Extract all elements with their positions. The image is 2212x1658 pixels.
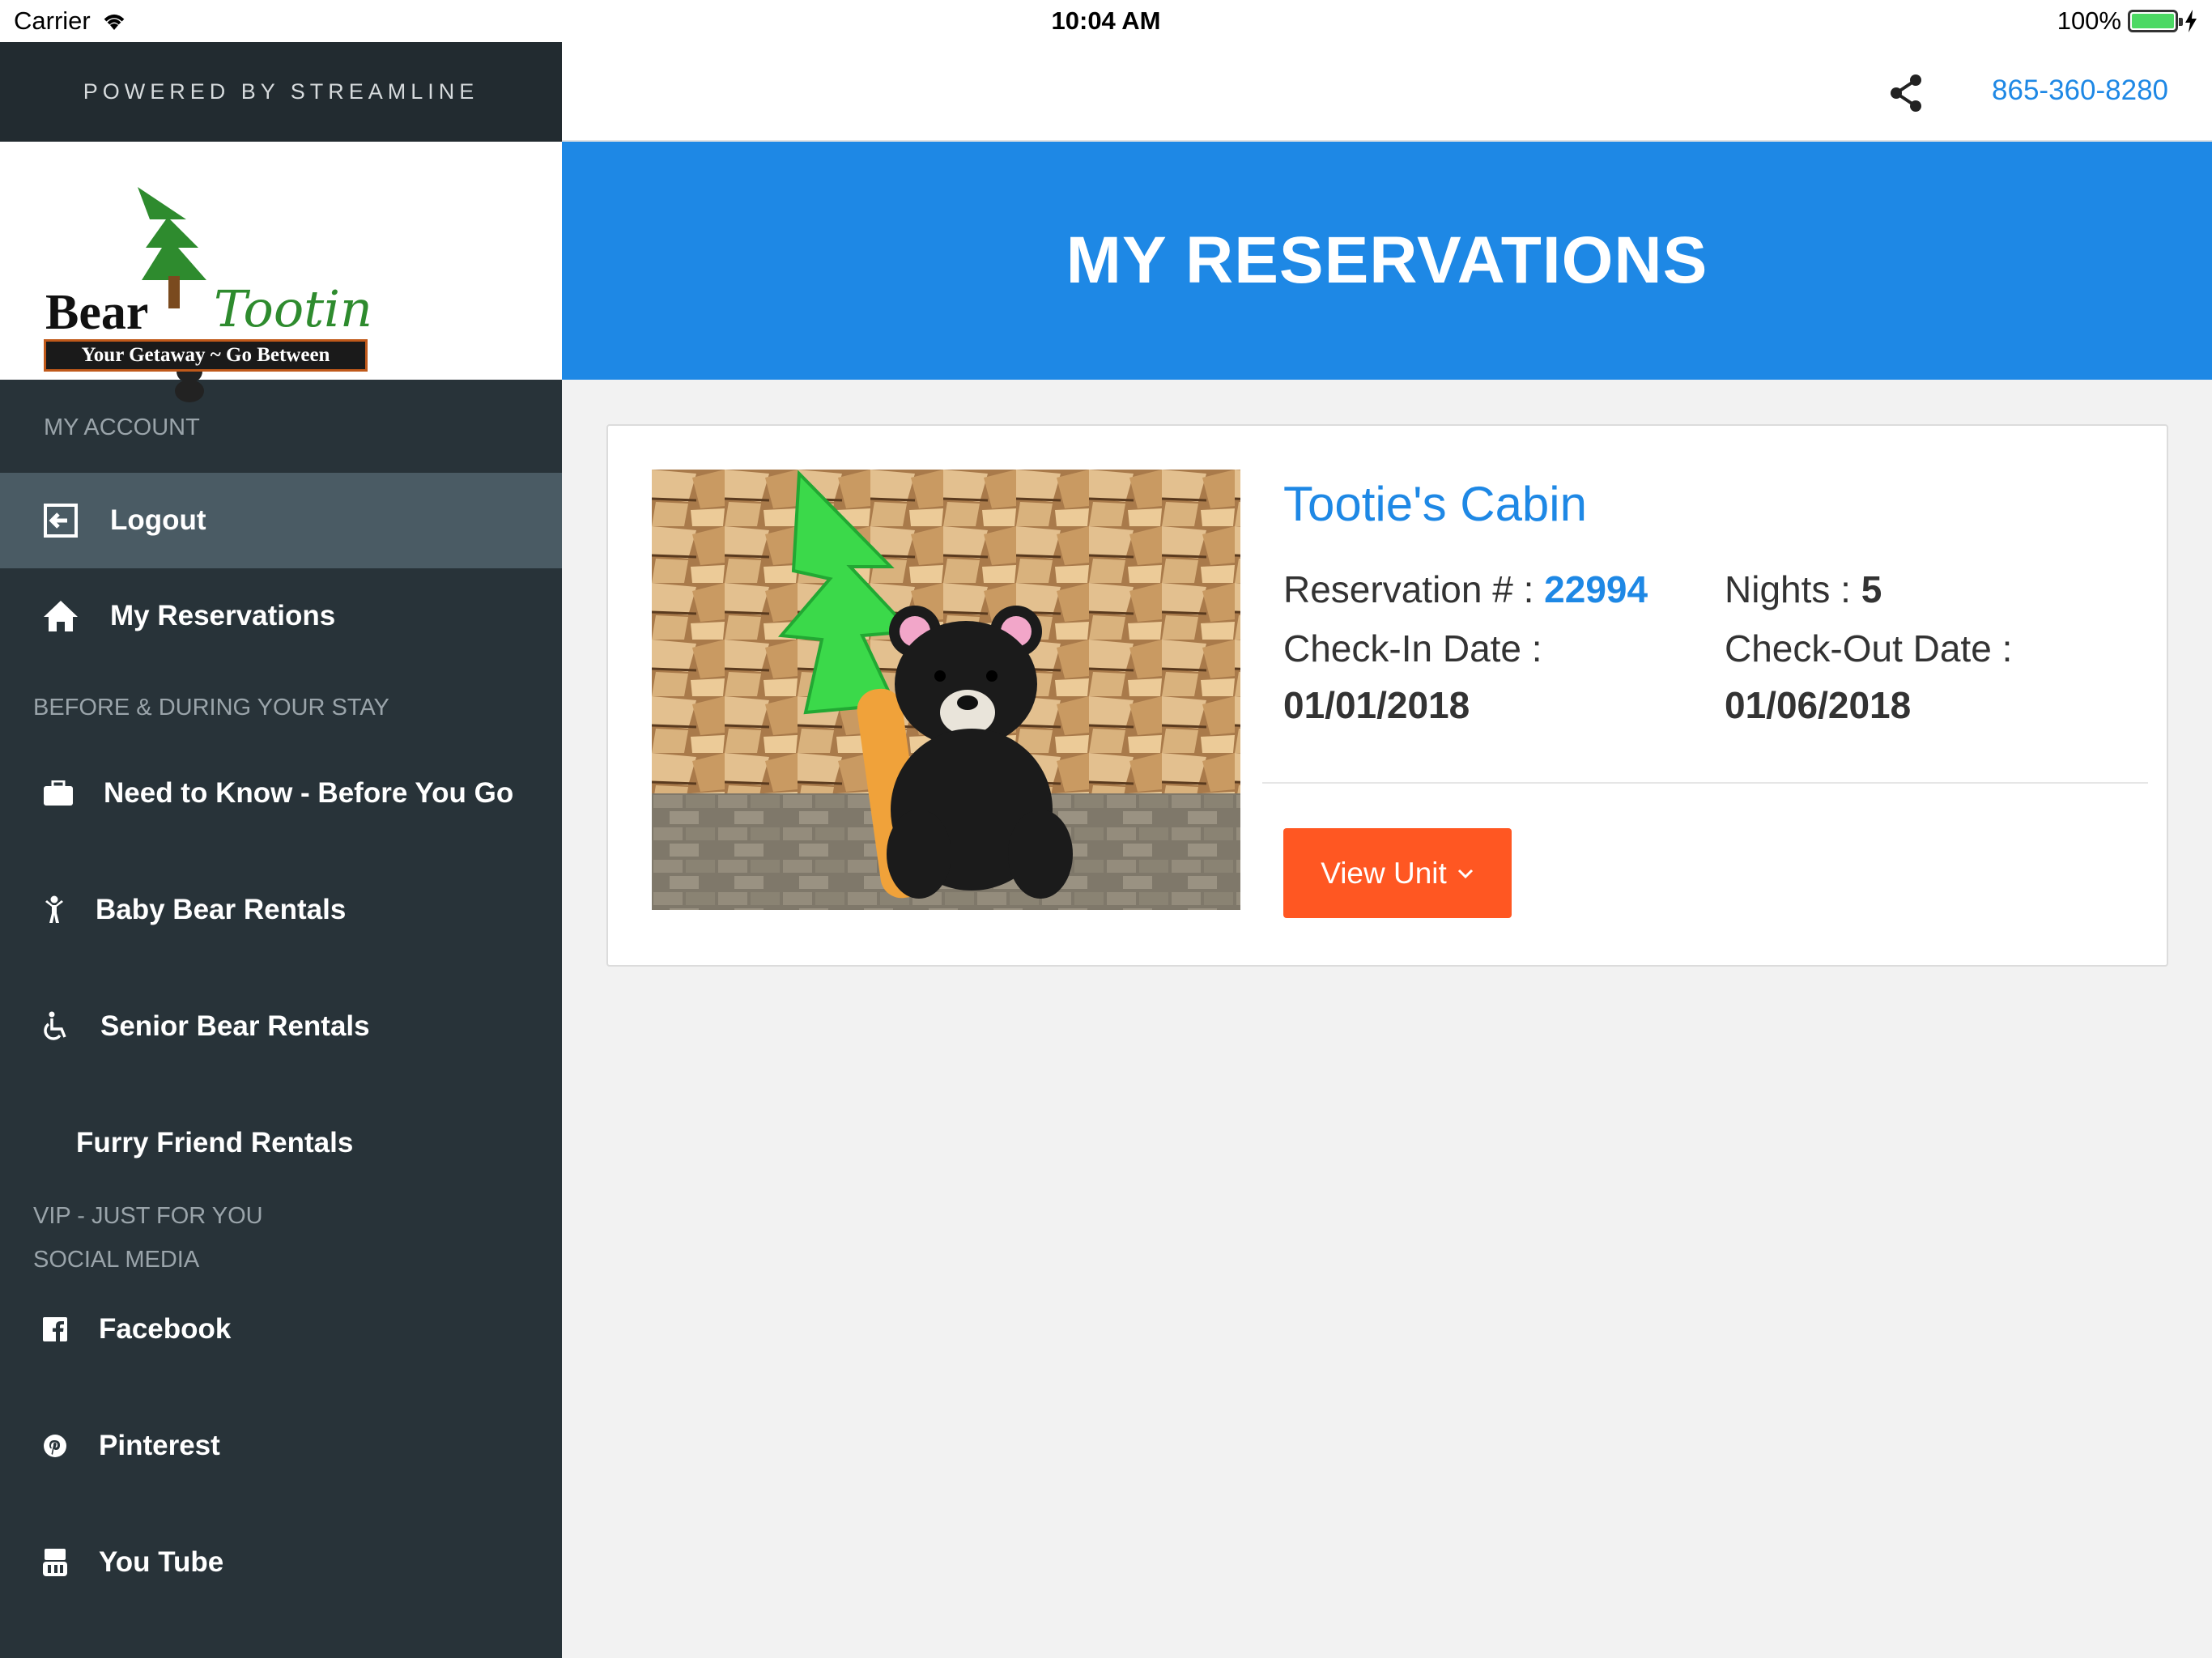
briefcase-icon [42,777,74,810]
chevron-down-icon [1457,869,1473,878]
sidebar-item-pinterest[interactable]: Pinterest [0,1397,562,1494]
carrier-label: Carrier [14,6,91,35]
view-unit-button[interactable]: View Unit [1283,828,1512,918]
nights-label: Nights : [1725,568,1851,610]
child-icon [42,894,66,926]
sidebar-item-baby-bear[interactable]: Baby Bear Rentals [0,861,562,959]
sidebar-item-label: Logout [110,504,206,536]
sidebar-item-label: Senior Bear Rentals [100,1010,370,1042]
page-banner: MY RESERVATIONS [562,142,2212,380]
logo-tagline: Your Getaway ~ Go Between [44,339,368,372]
nights-value: 5 [1861,568,1882,610]
sidebar-item-youtube[interactable]: You Tube [0,1514,562,1611]
checkout-label: Check-Out Date : [1725,627,2013,670]
reservation-card: Tootie's Cabin Reservation # : 22994 Nig… [606,424,2168,967]
checkout-date: 01/06/2018 [1725,684,1912,726]
clock: 10:04 AM [1051,6,1161,35]
wheelchair-icon [42,1010,70,1043]
view-unit-label: View Unit [1321,856,1447,890]
checkin-label: Check-In Date : [1283,627,1542,670]
sidebar-item-label: Need to Know - Before You Go [104,777,514,809]
logout-icon [42,502,79,539]
sidebar-item-facebook[interactable]: Facebook [0,1281,562,1378]
sidebar-item-senior-bear[interactable]: Senior Bear Rentals [0,978,562,1075]
sidebar-item-label: Furry Friend Rentals [76,1127,354,1158]
top-bar: 865-360-8280 [562,42,2212,142]
sidebar-item-label: Baby Bear Rentals [96,894,347,925]
powered-by-banner: POWERED BY STREAMLINE [0,42,562,142]
sidebar-item-need-to-know[interactable]: Need to Know - Before You Go [0,745,562,842]
pinterest-icon [42,1433,68,1459]
brand-logo[interactable]: Bear Tootin Your Getaway ~ Go Between [0,142,562,402]
logo-word-bear: Bear [45,285,149,340]
section-my-account: MY ACCOUNT [44,414,200,440]
section-social-media: SOCIAL MEDIA [33,1247,200,1273]
battery-icon [2128,10,2183,32]
reservation-number-label: Reservation # : [1283,568,1534,610]
card-divider [1262,782,2148,784]
sidebar: POWERED BY STREAMLINE Bear Tootin Your G… [0,42,562,1658]
sidebar-item-label: Facebook [99,1313,232,1345]
carrier-indicator: Carrier [14,6,128,36]
reservation-number-value: 22994 [1544,568,1648,610]
section-vip: VIP - JUST FOR YOU [33,1203,263,1229]
sidebar-item-logout[interactable]: Logout [0,473,562,568]
sidebar-item-label: My Reservations [110,600,336,631]
wifi-icon [104,15,125,30]
share-icon[interactable] [1883,70,1929,116]
sidebar-item-label: Pinterest [99,1430,220,1461]
logo-word-tootin: Tootin [214,279,372,338]
powered-by-label: POWERED BY STREAMLINE [83,79,479,104]
page-title: MY RESERVATIONS [1066,223,1708,297]
sidebar-item-my-reservations[interactable]: My Reservations [0,568,562,664]
reservation-number: Reservation # : 22994 [1283,568,1648,611]
sidebar-item-furry-friend[interactable]: Furry Friend Rentals [0,1095,562,1192]
home-icon [42,597,79,635]
unit-name-link[interactable]: Tootie's Cabin [1283,476,1587,532]
battery-indicator: 100% [2057,6,2197,36]
facebook-icon [42,1316,68,1342]
unit-photo[interactable] [652,470,1240,910]
nights: Nights : 5 [1725,568,1882,611]
status-bar: Carrier 10:04 AM 100% [0,0,2212,42]
phone-link[interactable]: 865-360-8280 [1992,74,2168,107]
charging-bolt-icon [2185,10,2197,32]
battery-percent: 100% [2057,6,2121,35]
section-before-during: BEFORE & DURING YOUR STAY [33,695,389,721]
checkin-date: 01/01/2018 [1283,684,1470,726]
youtube-icon [42,1548,68,1577]
sidebar-item-label: You Tube [99,1546,224,1578]
